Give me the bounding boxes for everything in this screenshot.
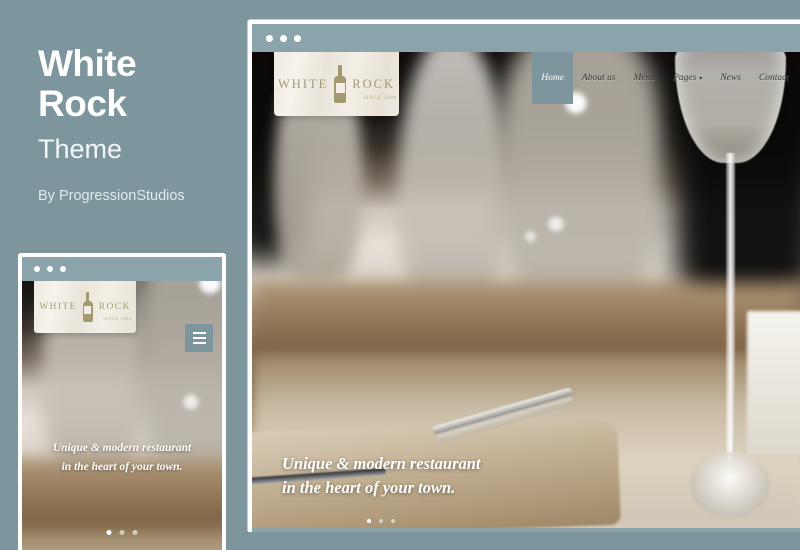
nav-item-news[interactable]: News: [711, 52, 750, 104]
desktop-window-titlebar: [252, 24, 800, 52]
mobile-window-dot-3[interactable]: [60, 266, 66, 272]
logo-tagline: SINCE 1980: [363, 96, 397, 101]
mobile-window-dot-1[interactable]: [34, 266, 40, 272]
mobile-logo-tagline: SINCE 1980: [103, 316, 132, 321]
mobile-preview-window: WHITE ROCK SINCE 1980 Unique & modern re…: [18, 253, 226, 550]
desktop-hero-stage: WHITE ROCK SINCE 1980 Home About us Menu…: [252, 52, 800, 532]
chevron-down-icon: ▾: [699, 75, 703, 82]
hero-headline: Unique & modern restaurant in the heart …: [282, 452, 481, 523]
wine-bottle-icon: [82, 292, 93, 322]
mobile-hero-headline-line1: Unique & modern restaurant: [52, 442, 192, 454]
hamburger-menu-icon[interactable]: [185, 324, 213, 352]
nav-item-about-us[interactable]: About us: [573, 52, 625, 104]
mobile-logo-word-right: ROCK: [98, 302, 131, 312]
window-dot-3[interactable]: [294, 34, 301, 42]
window-dot-1[interactable]: [266, 34, 273, 42]
mobile-carousel-dot-1[interactable]: [106, 530, 112, 535]
mobile-carousel-dot-2[interactable]: [119, 530, 125, 535]
logo-word-left: WHITE: [278, 76, 329, 91]
mobile-window-dot-2[interactable]: [47, 266, 53, 272]
carousel-dot-1[interactable]: [367, 519, 372, 523]
carousel-pagination: [367, 519, 396, 523]
window-controls: [266, 34, 301, 42]
nav-item-menu[interactable]: Menu: [624, 52, 664, 104]
main-navigation: Home About us Menu Pages ▾ News Contact: [532, 52, 798, 104]
mobile-site-logo[interactable]: WHITE ROCK SINCE 1980: [34, 281, 136, 333]
mobile-logo-word-left: WHITE: [39, 302, 77, 312]
mobile-window-controls: [34, 266, 66, 272]
site-logo[interactable]: WHITE ROCK SINCE 1980: [274, 52, 399, 116]
promo-title-line1: White: [38, 43, 137, 84]
mobile-hero-headline-line2: in the heart of your town.: [61, 461, 183, 473]
page-title: White Rock: [38, 44, 238, 124]
nav-item-contact[interactable]: Contact: [750, 52, 798, 104]
hero-headline-line1: Unique & modern restaurant: [282, 454, 481, 473]
desktop-window-footer-bar: [252, 528, 800, 532]
promo-title-line2: Rock: [38, 83, 127, 124]
hero-headline-line2: in the heart of your town.: [282, 478, 456, 497]
window-dot-2[interactable]: [280, 34, 287, 42]
desktop-preview-window: WHITE ROCK SINCE 1980 Home About us Menu…: [248, 20, 800, 532]
promo-subtitle: Theme: [38, 134, 123, 164]
mobile-window-titlebar: [22, 257, 222, 281]
nav-item-home[interactable]: Home: [532, 52, 573, 104]
mobile-hero-headline: Unique & modern restaurant in the heart …: [22, 439, 222, 477]
promo-panel: White Rock Theme By ProgressionStudios: [38, 44, 238, 205]
promo-author: By ProgressionStudios: [38, 188, 185, 204]
mobile-hero-stage: WHITE ROCK SINCE 1980 Unique & modern re…: [22, 281, 222, 550]
mobile-carousel-pagination: [106, 530, 138, 535]
wine-bottle-icon: [334, 65, 347, 103]
carousel-dot-3[interactable]: [391, 519, 396, 523]
logo-word-right: ROCK: [352, 76, 395, 91]
mobile-carousel-dot-3[interactable]: [132, 530, 138, 535]
carousel-dot-2[interactable]: [379, 519, 384, 523]
nav-item-pages[interactable]: Pages ▾: [664, 52, 711, 104]
